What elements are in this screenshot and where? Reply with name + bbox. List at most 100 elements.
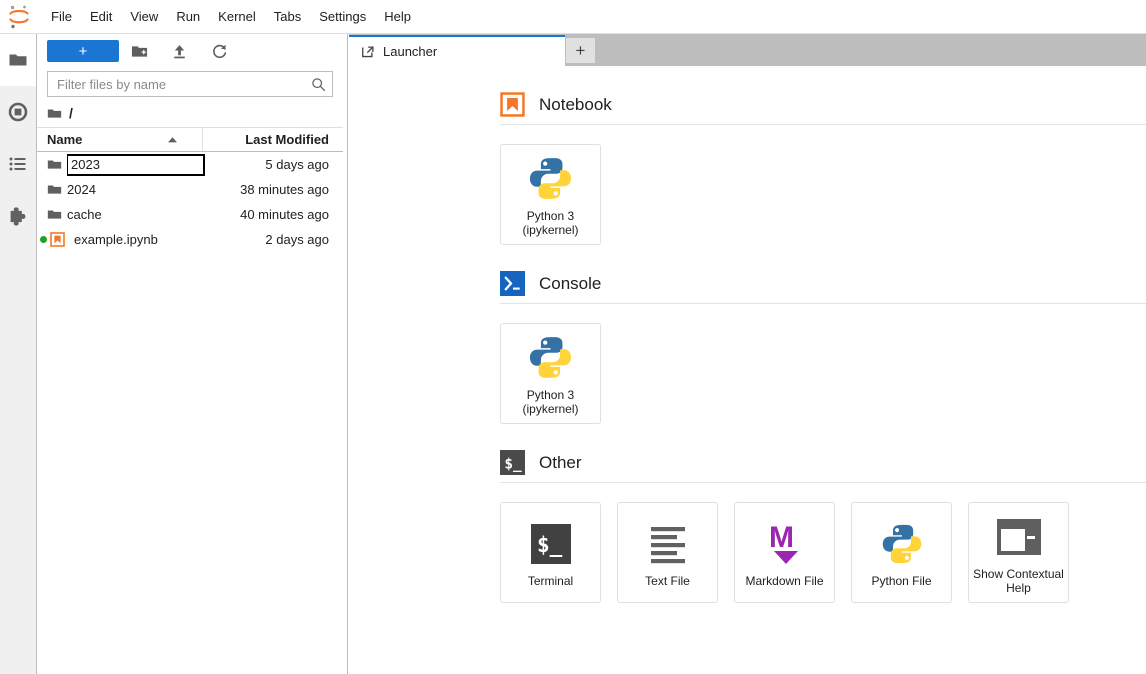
sort-ascending-caret-icon [167, 132, 178, 147]
table-row[interactable]: cache 40 minutes ago [37, 202, 343, 227]
card-label: Terminal [527, 573, 574, 588]
launcher-section-notebook: Notebook Python 3 (ipykernel) [349, 66, 1146, 245]
markdown-icon: M [763, 518, 807, 570]
rename-file-input[interactable] [67, 153, 205, 176]
new-folder-icon [131, 45, 147, 57]
sidebar-item-extensions[interactable] [0, 190, 36, 242]
section-title: Other [539, 452, 582, 472]
breadcrumb: / [37, 99, 343, 127]
card-label: Python 3 (ipykernel) [522, 209, 578, 237]
launcher-card-text-file[interactable]: Text File [617, 502, 718, 603]
card-row: $_ Terminal Text File M Markdown File Py… [500, 483, 1146, 603]
refresh-icon [212, 44, 226, 58]
launcher-card-show-contextual-help[interactable]: Show Contextual Help [968, 502, 1069, 603]
section-header: $_ Other [500, 424, 1146, 482]
column-header-name[interactable]: Name [37, 128, 203, 151]
row-file-name: 2024 [67, 182, 96, 197]
python-logo-icon [527, 332, 574, 384]
filter-files-input-wrapper[interactable] [47, 71, 333, 97]
menu-item-kernel[interactable]: Kernel [209, 5, 265, 29]
card-label: Show Contextual Help [973, 567, 1064, 595]
list-icon [9, 157, 26, 171]
card-label: Markdown File [745, 573, 824, 588]
upload-button[interactable] [159, 39, 199, 63]
python-logo-icon [880, 518, 924, 570]
launcher-card-notebook-python3[interactable]: Python 3 (ipykernel) [500, 144, 601, 245]
filter-files-input[interactable] [57, 76, 311, 92]
breadcrumb-path[interactable]: / [69, 105, 73, 121]
tab-launcher[interactable]: Launcher [349, 35, 565, 66]
terminal-prompt-icon: $_ [500, 450, 525, 475]
launcher-card-console-python3[interactable]: Python 3 (ipykernel) [500, 323, 601, 424]
sidebar-item-command-palette[interactable] [0, 138, 36, 190]
file-browser-toolbar: + [37, 34, 343, 68]
card-label-line1: Python 3 [526, 387, 575, 402]
new-launcher-button[interactable]: + [47, 40, 119, 62]
launcher-card-terminal[interactable]: $_ Terminal [500, 502, 601, 603]
breadcrumb-home-folder-icon[interactable] [47, 106, 62, 121]
running-circle-icon [8, 102, 28, 122]
row-last-modified: 5 days ago [265, 157, 329, 172]
card-label: Python 3 (ipykernel) [522, 388, 578, 416]
folder-icon [47, 207, 67, 222]
tab-launcher-label: Launcher [383, 44, 438, 59]
svg-text:M: M [769, 521, 794, 554]
dock-tab-bar: Launcher + [349, 34, 1146, 66]
card-label-line2: (ipykernel) [522, 222, 579, 237]
refresh-button[interactable] [199, 39, 239, 63]
launcher-card-markdown-file[interactable]: M Markdown File [734, 502, 835, 603]
table-row[interactable]: example.ipynb 2 days ago [37, 227, 343, 252]
menu-item-help[interactable]: Help [375, 5, 420, 29]
card-label-line2: (ipykernel) [522, 401, 579, 416]
menu-item-edit[interactable]: Edit [81, 5, 121, 29]
row-last-modified: 2 days ago [265, 232, 329, 247]
panel-resize-divider[interactable] [343, 34, 348, 674]
launcher-icon [361, 45, 375, 59]
row-file-name: example.ipynb [74, 232, 158, 247]
sidebar-item-file-browser[interactable] [0, 34, 36, 86]
activity-sidebar [0, 34, 37, 674]
file-list: 5 days ago 2024 38 minutes ago cache 40 … [37, 152, 343, 674]
new-folder-button[interactable] [119, 39, 159, 63]
search-icon [311, 77, 326, 92]
sidebar-item-running[interactable] [0, 86, 36, 138]
notebook-icon [500, 92, 525, 117]
contextual-help-icon [996, 511, 1041, 563]
section-header: Notebook [500, 66, 1146, 124]
python-logo-icon [527, 153, 574, 205]
row-file-name: cache [67, 207, 102, 222]
menu-item-file[interactable]: File [42, 5, 81, 29]
puzzle-piece-icon [10, 206, 25, 226]
upload-icon [173, 44, 185, 58]
new-tab-button[interactable]: + [566, 38, 595, 63]
main-dock-area: Launcher + Notebook Python 3 (ipykernel)… [349, 34, 1146, 674]
menu-item-view[interactable]: View [121, 5, 167, 29]
column-header-name-label: Name [47, 132, 83, 147]
launcher-section-console: Console Python 3 (ipykernel) [349, 245, 1146, 424]
folder-icon [9, 54, 26, 66]
menu-item-tabs[interactable]: Tabs [265, 5, 310, 29]
terminal-icon: $_ [529, 518, 573, 570]
svg-text:$_: $_ [504, 456, 522, 472]
launcher-panel: Notebook Python 3 (ipykernel) Console Py… [349, 66, 1146, 674]
table-row[interactable]: 5 days ago [37, 152, 343, 177]
launcher-section-other: $_ Other $_ Terminal Text File M Markdow… [349, 424, 1146, 603]
menu-bar: File Edit View Run Kernel Tabs Settings … [0, 0, 1146, 34]
table-row[interactable]: 2024 38 minutes ago [37, 177, 343, 202]
card-label: Text File [645, 573, 690, 588]
menu-item-run[interactable]: Run [167, 5, 209, 29]
menu-item-settings[interactable]: Settings [310, 5, 375, 29]
notebook-icon [50, 232, 74, 247]
section-title: Console [539, 273, 602, 293]
column-header-last-modified-label: Last Modified [245, 132, 329, 147]
folder-icon [47, 157, 67, 172]
text-file-icon [646, 518, 690, 570]
folder-icon [47, 182, 67, 197]
card-label: Python File [871, 573, 932, 588]
section-header: Console [500, 245, 1146, 303]
column-header-last-modified[interactable]: Last Modified [203, 128, 343, 151]
jupyter-logo-icon [0, 0, 38, 34]
card-label-line1: Show Contextual [973, 566, 1064, 581]
kernel-running-status-dot [40, 236, 47, 243]
launcher-card-python-file[interactable]: Python File [851, 502, 952, 603]
